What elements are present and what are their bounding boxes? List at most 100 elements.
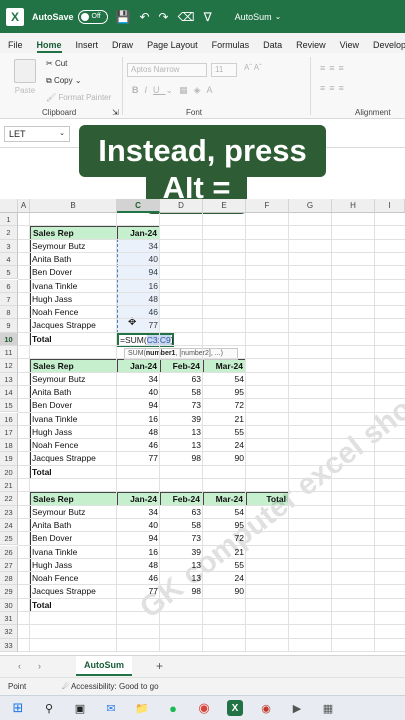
tab-data[interactable]: Data <box>263 40 282 53</box>
sales-value[interactable]: 73 <box>160 399 203 412</box>
sales-value[interactable]: 58 <box>160 386 203 399</box>
column-header-e[interactable]: E <box>203 199 246 213</box>
sales-value[interactable]: 94 <box>117 399 160 412</box>
sales-rep-name[interactable]: Hugh Jass <box>30 293 117 306</box>
row-header-24[interactable]: 24 <box>0 518 18 533</box>
row-header-8[interactable]: 8 <box>0 306 18 320</box>
row-header-2[interactable]: 2 <box>0 226 18 240</box>
autosave-toggle[interactable]: Off <box>77 9 108 24</box>
redo-icon[interactable]: ↷ <box>159 10 169 24</box>
sales-value[interactable]: 54 <box>203 506 246 519</box>
row-header-19[interactable]: 19 <box>0 452 18 466</box>
chevron-left-icon[interactable]: ‹ <box>18 661 21 671</box>
sales-value[interactable]: 21 <box>203 546 246 559</box>
sales-value[interactable]: 72 <box>203 532 246 545</box>
sales-rep-name[interactable]: Jacques Strappe <box>30 585 117 598</box>
column-header-c[interactable]: C <box>117 199 160 213</box>
sales-rep-name[interactable]: Ben Dover <box>30 532 117 545</box>
paste-button[interactable]: Paste <box>12 57 38 97</box>
sales-rep-name[interactable]: Ben Dover <box>30 266 117 279</box>
row-header-20[interactable]: 20 <box>0 465 18 479</box>
sales-value[interactable]: 21 <box>203 413 246 426</box>
row-header-11[interactable]: 11 <box>0 346 18 360</box>
row-header-4[interactable]: 4 <box>0 252 18 267</box>
cut-button[interactable]: ✂ Cut <box>46 59 67 68</box>
sales-rep-name[interactable]: Anita Bath <box>30 519 117 532</box>
column-header-f[interactable]: F <box>246 199 289 213</box>
italic-icon[interactable]: I <box>145 85 154 95</box>
sales-rep-name[interactable]: Seymour Butz <box>30 373 117 386</box>
tab-view[interactable]: View <box>340 40 359 53</box>
fill-color-icon[interactable]: ◈ <box>194 85 207 95</box>
mail-icon[interactable]: ✉ <box>103 700 119 716</box>
add-sheet-icon[interactable]: + <box>156 659 163 673</box>
font-name-dropdown[interactable]: Aptos Narrow <box>127 63 207 77</box>
sales-rep-name[interactable]: Ivana Tinkle <box>30 413 117 426</box>
sales-value[interactable]: 24 <box>203 572 246 585</box>
dialog-launcher-icon[interactable]: ⇲ <box>112 108 119 117</box>
sales-value[interactable]: 16 <box>117 413 160 426</box>
font-format-buttons[interactable]: BIU⌄▦◈A <box>132 85 219 96</box>
row-header-3[interactable]: 3 <box>0 239 18 253</box>
tab-home[interactable]: Home <box>36 40 62 53</box>
sales-value[interactable]: 46 <box>117 572 160 585</box>
row-header-9[interactable]: 9 <box>0 319 18 333</box>
media-app-icon[interactable]: ▶ <box>289 700 305 716</box>
sales-value[interactable]: 34 <box>117 373 160 386</box>
font-size-dropdown[interactable]: 11 <box>211 63 237 77</box>
sales-value[interactable]: 13 <box>160 572 203 585</box>
sales-value[interactable]: 34 <box>117 506 160 519</box>
copy-button[interactable]: ⧉ Copy ⌄ <box>46 76 82 86</box>
sales-value[interactable]: 72 <box>203 399 246 412</box>
sales-value[interactable]: 54 <box>203 373 246 386</box>
excel-app-icon[interactable]: X <box>227 700 243 716</box>
row-header-17[interactable]: 17 <box>0 425 18 440</box>
screen-recorder-icon[interactable]: ◉ <box>258 700 274 716</box>
column-header-i[interactable]: I <box>375 199 405 213</box>
sales-rep-name[interactable]: Ivana Tinkle <box>30 280 117 293</box>
sales-value[interactable]: 98 <box>160 585 203 598</box>
sales-rep-name[interactable]: Jacques Strappe <box>30 319 117 332</box>
row-header-27[interactable]: 27 <box>0 558 18 573</box>
format-painter-button[interactable]: 🖌 Format Painter <box>46 93 111 102</box>
sales-value[interactable]: 13 <box>160 426 203 439</box>
row-header-14[interactable]: 14 <box>0 385 18 400</box>
sales-value[interactable]: 24 <box>203 439 246 452</box>
sales-value[interactable]: 48 <box>117 426 160 439</box>
accessibility-status[interactable]: ☄ Accessibility: Good to go <box>62 682 159 691</box>
chevron-right-icon[interactable]: › <box>38 661 41 671</box>
table-header-cell[interactable]: Feb-24 <box>160 492 203 506</box>
sales-rep-name[interactable]: Seymour Butz <box>30 506 117 519</box>
row-header-13[interactable]: 13 <box>0 372 18 386</box>
sales-value[interactable]: 13 <box>160 559 203 572</box>
column-header-a[interactable]: A <box>18 199 30 213</box>
column-header-h[interactable]: H <box>332 199 375 213</box>
table-header-cell[interactable]: Sales Rep <box>30 226 117 240</box>
row-header-25[interactable]: 25 <box>0 532 18 546</box>
workbook-name[interactable]: AutoSum <box>235 12 272 22</box>
row-header-28[interactable]: 28 <box>0 572 18 586</box>
sales-rep-name[interactable]: Anita Bath <box>30 386 117 399</box>
sales-value[interactable]: 94 <box>117 532 160 545</box>
sales-value[interactable]: 98 <box>160 452 203 465</box>
sales-value[interactable]: 39 <box>160 413 203 426</box>
tab-review[interactable]: Review <box>296 40 326 53</box>
sales-rep-name[interactable]: Noah Fence <box>30 439 117 452</box>
select-all-corner[interactable] <box>0 199 18 213</box>
sales-value[interactable]: 58 <box>160 519 203 532</box>
sales-value[interactable]: 63 <box>160 506 203 519</box>
search-icon[interactable]: ⚲ <box>41 700 57 716</box>
sales-rep-name[interactable]: Ivana Tinkle <box>30 546 117 559</box>
sheet-tab-autosum[interactable]: AutoSum <box>76 656 132 676</box>
table-header-cell[interactable]: Sales Rep <box>30 359 117 373</box>
bold-icon[interactable]: B <box>132 85 145 95</box>
row-header-21[interactable]: 21 <box>0 479 18 493</box>
column-header-d[interactable]: D <box>160 199 203 213</box>
sales-rep-name[interactable]: Seymour Butz <box>30 240 117 253</box>
row-header-30[interactable]: 30 <box>0 598 18 612</box>
table-header-cell[interactable]: Jan-24 <box>117 492 160 506</box>
row-header-31[interactable]: 31 <box>0 612 18 626</box>
task-view-icon[interactable]: ▣ <box>72 700 88 716</box>
row-header-6[interactable]: 6 <box>0 279 18 293</box>
tab-page-layout[interactable]: Page Layout <box>147 40 198 53</box>
